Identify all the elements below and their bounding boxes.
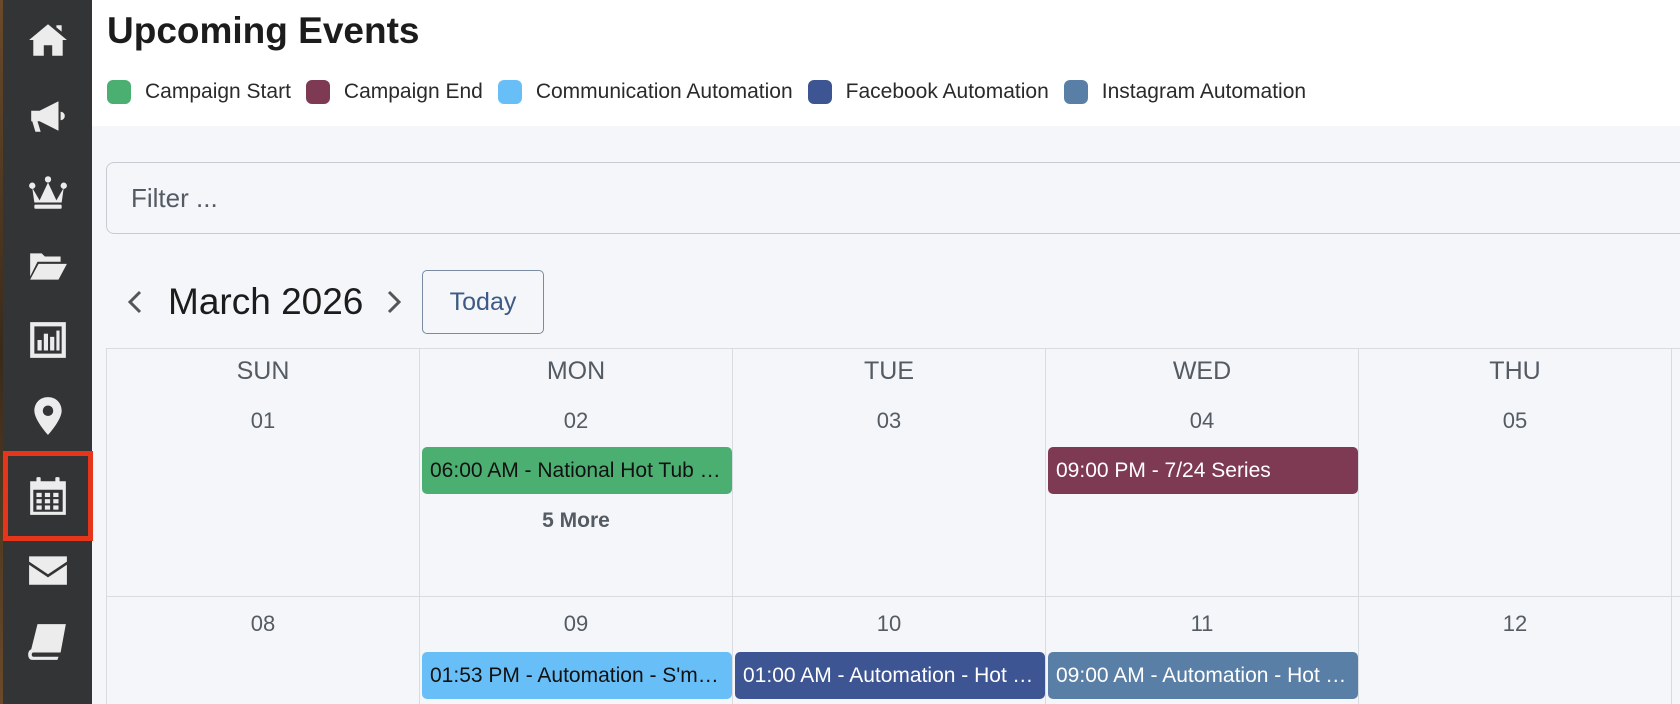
sidebar-item-library[interactable] xyxy=(3,604,92,680)
sidebar-item-locations[interactable] xyxy=(3,378,92,454)
chevron-right-icon xyxy=(388,290,402,314)
folder-open-icon xyxy=(29,253,67,280)
date-cell-label[interactable]: 08 xyxy=(107,611,419,637)
sidebar-item-calendar[interactable] xyxy=(3,451,93,541)
legend-swatch-campaign-start xyxy=(107,80,131,104)
calendar-grid: SUN 01 08 MON 02 06:00 AM - National Hot… xyxy=(106,348,1680,704)
event-label: 06:00 AM - National Hot Tub Day xyxy=(430,458,724,482)
legend-item-facebook-automation: Facebook Automation xyxy=(807,80,1049,104)
day-of-week-header: SUN xyxy=(236,357,290,385)
calendar-event-communication-automation[interactable]: 01:53 PM - Automation - S'mores xyxy=(422,652,732,699)
sidebar-item-files[interactable] xyxy=(3,228,92,304)
legend-item-instagram-automation: Instagram Automation xyxy=(1063,80,1307,104)
crown-icon xyxy=(28,176,67,209)
legend-item-communication-automation: Communication Automation xyxy=(497,80,793,104)
filter-input[interactable] xyxy=(106,162,1680,234)
legend-label: Campaign End xyxy=(343,80,483,103)
date-cell-label[interactable]: 01 xyxy=(107,408,419,434)
event-label: 09:00 PM - 7/24 Series xyxy=(1056,458,1271,482)
legend-item-campaign-start: Campaign Start xyxy=(107,80,291,104)
bar-chart-icon xyxy=(29,322,66,358)
date-cell-label[interactable]: 04 xyxy=(1046,408,1358,434)
calendar-event-facebook-automation[interactable]: 01:00 AM - Automation - Hot Tub xyxy=(735,652,1045,699)
calendar-event-campaign-start[interactable]: 06:00 AM - National Hot Tub Day xyxy=(422,447,732,494)
date-cell-label[interactable]: 03 xyxy=(733,408,1045,434)
legend-label: Campaign Start xyxy=(145,80,291,103)
day-column-mon: MON 02 06:00 AM - National Hot Tub Day 5… xyxy=(420,349,733,704)
calendar-event-instagram-automation[interactable]: 09:00 AM - Automation - Hot Tub xyxy=(1048,652,1358,699)
page-header: Upcoming Events Campaign Start Campaign … xyxy=(92,0,1680,126)
month-navigation: March 2026 xyxy=(120,270,409,334)
event-label: 01:00 AM - Automation - Hot Tub xyxy=(743,663,1037,687)
legend-swatch-campaign-end xyxy=(305,80,330,104)
event-legend: Campaign Start Campaign End Communicatio… xyxy=(107,80,1321,104)
legend-label: Communication Automation xyxy=(535,80,793,103)
date-cell-label[interactable]: 05 xyxy=(1359,408,1671,434)
map-marker-icon xyxy=(33,397,62,435)
sidebar-item-campaigns[interactable] xyxy=(3,78,92,154)
day-column-sun: SUN 01 08 xyxy=(107,349,420,704)
legend-label: Instagram Automation xyxy=(1101,80,1307,103)
sidebar-item-loyalty[interactable] xyxy=(3,154,92,230)
calendar-icon xyxy=(30,477,66,515)
event-label: 01:53 PM - Automation - S'mores xyxy=(430,663,724,687)
next-month-button[interactable] xyxy=(379,282,409,322)
month-label: March 2026 xyxy=(168,281,364,322)
more-events-link[interactable]: 5 More xyxy=(420,509,732,533)
day-column-wed: WED 04 09:00 PM - 7/24 Series 11 09:00 A… xyxy=(1046,349,1359,704)
sidebar-item-reports[interactable] xyxy=(3,302,92,378)
page-title: Upcoming Events xyxy=(107,10,420,51)
prev-month-button[interactable] xyxy=(120,282,150,322)
megaphone-icon xyxy=(30,101,65,132)
today-button[interactable]: Today xyxy=(422,270,544,334)
day-of-week-header: THU xyxy=(1489,357,1541,385)
home-icon xyxy=(28,24,67,56)
sidebar-nav xyxy=(3,0,93,704)
legend-swatch-facebook-automation xyxy=(807,80,832,104)
sidebar-item-home[interactable] xyxy=(3,2,92,78)
legend-label: Facebook Automation xyxy=(845,80,1049,103)
sidebar-item-messages[interactable] xyxy=(3,532,92,608)
date-cell-label[interactable]: 10 xyxy=(733,611,1045,637)
day-of-week-header: WED xyxy=(1172,357,1232,385)
day-column-tue: TUE 03 10 01:00 AM - Automation - Hot Tu… xyxy=(733,349,1046,704)
day-of-week-header: TUE xyxy=(864,357,914,385)
day-of-week-header: MON xyxy=(546,357,606,385)
date-cell-label[interactable]: 02 xyxy=(420,408,732,434)
book-icon xyxy=(27,624,66,660)
chevron-left-icon xyxy=(127,290,142,314)
date-cell-label[interactable]: 09 xyxy=(420,611,732,637)
legend-swatch-communication-automation xyxy=(497,80,522,104)
legend-swatch-instagram-automation xyxy=(1063,80,1088,104)
event-label: 09:00 AM - Automation - Hot Tub xyxy=(1056,663,1350,687)
legend-item-campaign-end: Campaign End xyxy=(305,80,483,104)
day-column-thu: THU 05 12 xyxy=(1359,349,1672,704)
envelope-icon xyxy=(28,556,67,585)
date-cell-label[interactable]: 12 xyxy=(1359,611,1671,637)
calendar-event-campaign-end[interactable]: 09:00 PM - 7/24 Series xyxy=(1048,447,1358,494)
date-cell-label[interactable]: 11 xyxy=(1046,611,1358,637)
